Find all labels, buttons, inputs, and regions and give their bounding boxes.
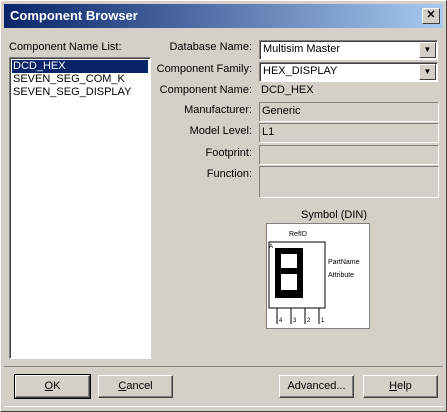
close-button[interactable]: ✕ [422, 8, 440, 24]
component-family-select[interactable]: HEX_DISPLAY ▼ [259, 62, 438, 82]
title-bar[interactable]: Component Browser ✕ [4, 4, 443, 28]
segment-window-bottom [281, 274, 297, 290]
component-family-value: HEX_DISPLAY [263, 65, 338, 77]
pin-label: 1 [321, 318, 325, 324]
chevron-down-icon[interactable]: ▼ [419, 64, 436, 80]
manufacturer-field: Generic [259, 102, 439, 122]
ok-accelerator: O [44, 380, 54, 392]
ok-button[interactable]: OK [14, 374, 91, 399]
seven-segment-symbol: RefID A PartName Attribute 4 3 2 1 [268, 231, 360, 324]
segment-window-top [281, 254, 297, 268]
symbol-preview: RefID A PartName Attribute 4 3 2 1 [266, 223, 370, 329]
button-bar: OK Cancel Advanced... Help [4, 366, 443, 407]
manufacturer-label: Manufacturer: [184, 104, 252, 116]
symbol-corner-label: A [269, 244, 273, 250]
symbol-refid: RefID [289, 231, 307, 238]
model-level-field: L1 [259, 123, 439, 143]
cancel-button[interactable]: Cancel [98, 375, 173, 398]
cancel-label: ancel [126, 380, 153, 392]
help-button[interactable]: Help [363, 375, 438, 398]
component-name-label: Component Name: [159, 84, 252, 96]
component-family-label: Component Family: [156, 63, 252, 75]
symbol-partname: PartName [328, 259, 360, 266]
model-level-label: Model Level: [189, 125, 252, 137]
pin-label: 4 [279, 318, 283, 324]
ok-label: K [53, 380, 61, 392]
symbol-attribute: Attribute [328, 272, 354, 279]
advanced-button[interactable]: Advanced... [279, 375, 354, 398]
component-browser-window: Component Browser ✕ Component Name List:… [0, 0, 447, 412]
pin-label: 2 [307, 318, 311, 324]
database-name-select[interactable]: Multisim Master ▼ [259, 40, 438, 60]
help-label: elp [397, 380, 412, 392]
manufacturer-value: Generic [262, 105, 301, 117]
help-accelerator: H [389, 380, 398, 392]
database-name-label: Database Name: [169, 41, 252, 53]
database-name-value: Multisim Master [263, 43, 341, 55]
function-label: Function: [206, 168, 252, 180]
window-title: Component Browser [10, 8, 138, 23]
model-level-value: L1 [262, 126, 275, 138]
symbol-title: Symbol (DIN) [301, 209, 368, 221]
component-name-list[interactable]: DCD_HEX SEVEN_SEG_COM_K SEVEN_SEG_DISPLA… [9, 57, 151, 359]
pin-label: 3 [293, 318, 297, 324]
chevron-down-icon[interactable]: ▼ [419, 42, 436, 58]
footprint-label: Footprint: [205, 147, 252, 159]
footprint-field [259, 145, 439, 165]
function-field [259, 166, 439, 198]
component-name-value: DCD_HEX [261, 84, 314, 96]
